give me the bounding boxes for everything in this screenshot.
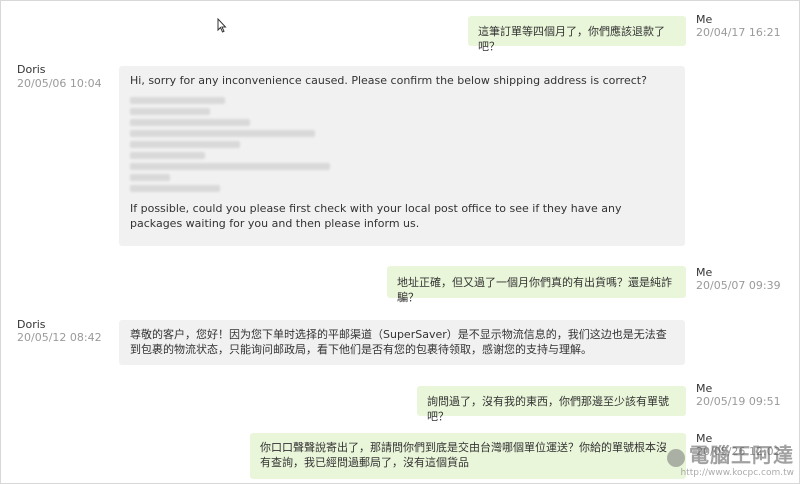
message-text: 詢問過了，沒有我的東西，你們那邊至少該有單號吧？ — [427, 395, 669, 423]
message-text: 這筆訂單等四個月了，你們應該退款了吧？ — [478, 25, 665, 53]
sender-name: Me — [696, 382, 713, 395]
message-text: 尊敬的客户，您好！因为您下单时选择的平邮渠道（SuperSaver）是不显示物流… — [130, 328, 667, 356]
sender-name: Doris — [17, 318, 46, 331]
blurred-address — [130, 97, 674, 192]
message-bubble-me: 你口口聲聲說寄出了，那請問你們到底是交由台灣哪個單位運送？你給的單號根本沒有查詢… — [250, 433, 686, 479]
message-bubble-them: Hi, sorry for any inconvenience caused. … — [119, 66, 685, 246]
watermark-text: 電腦王阿達 — [689, 443, 794, 467]
watermark-icon — [667, 448, 685, 467]
message-text: 地址正確，但又過了一個月你們真的有出貨嗎？還是純詐騙？ — [397, 276, 672, 304]
message-intro-text: Hi, sorry for any inconvenience caused. … — [130, 74, 647, 87]
message-bubble-me: 這筆訂單等四個月了，你們應該退款了吧？ — [468, 16, 686, 53]
message-timestamp: 20/04/17 16:21 — [696, 26, 781, 39]
message-outro-text: If possible, could you please first chec… — [130, 202, 622, 230]
message-bubble-me: 地址正確，但又過了一個月你們真的有出貨嗎？還是純詐騙？ — [387, 266, 686, 304]
message-timestamp: 20/05/07 09:39 — [696, 279, 781, 292]
message-timestamp: 20/05/06 10:04 — [17, 77, 102, 90]
sender-name: Doris — [17, 63, 46, 76]
mouse-cursor-icon — [217, 18, 227, 33]
message-text: 你口口聲聲說寄出了，那請問你們到底是交由台灣哪個單位運送？你給的單號根本沒有查詢… — [260, 441, 667, 469]
message-bubble-them: 尊敬的客户，您好！因为您下单时选择的平邮渠道（SuperSaver）是不显示物流… — [119, 320, 685, 365]
message-timestamp: 20/05/12 08:42 — [17, 331, 102, 344]
message-timestamp: 20/05/19 09:51 — [696, 395, 781, 408]
sender-name: Me — [696, 266, 713, 279]
watermark-logo: 電腦王阿達 http://www.kocpc.com.tw — [667, 439, 794, 478]
sender-name: Me — [696, 13, 713, 26]
watermark-url: http://www.kocpc.com.tw — [680, 468, 794, 478]
message-bubble-me: 詢問過了，沒有我的東西，你們那邊至少該有單號吧？ — [417, 386, 686, 423]
